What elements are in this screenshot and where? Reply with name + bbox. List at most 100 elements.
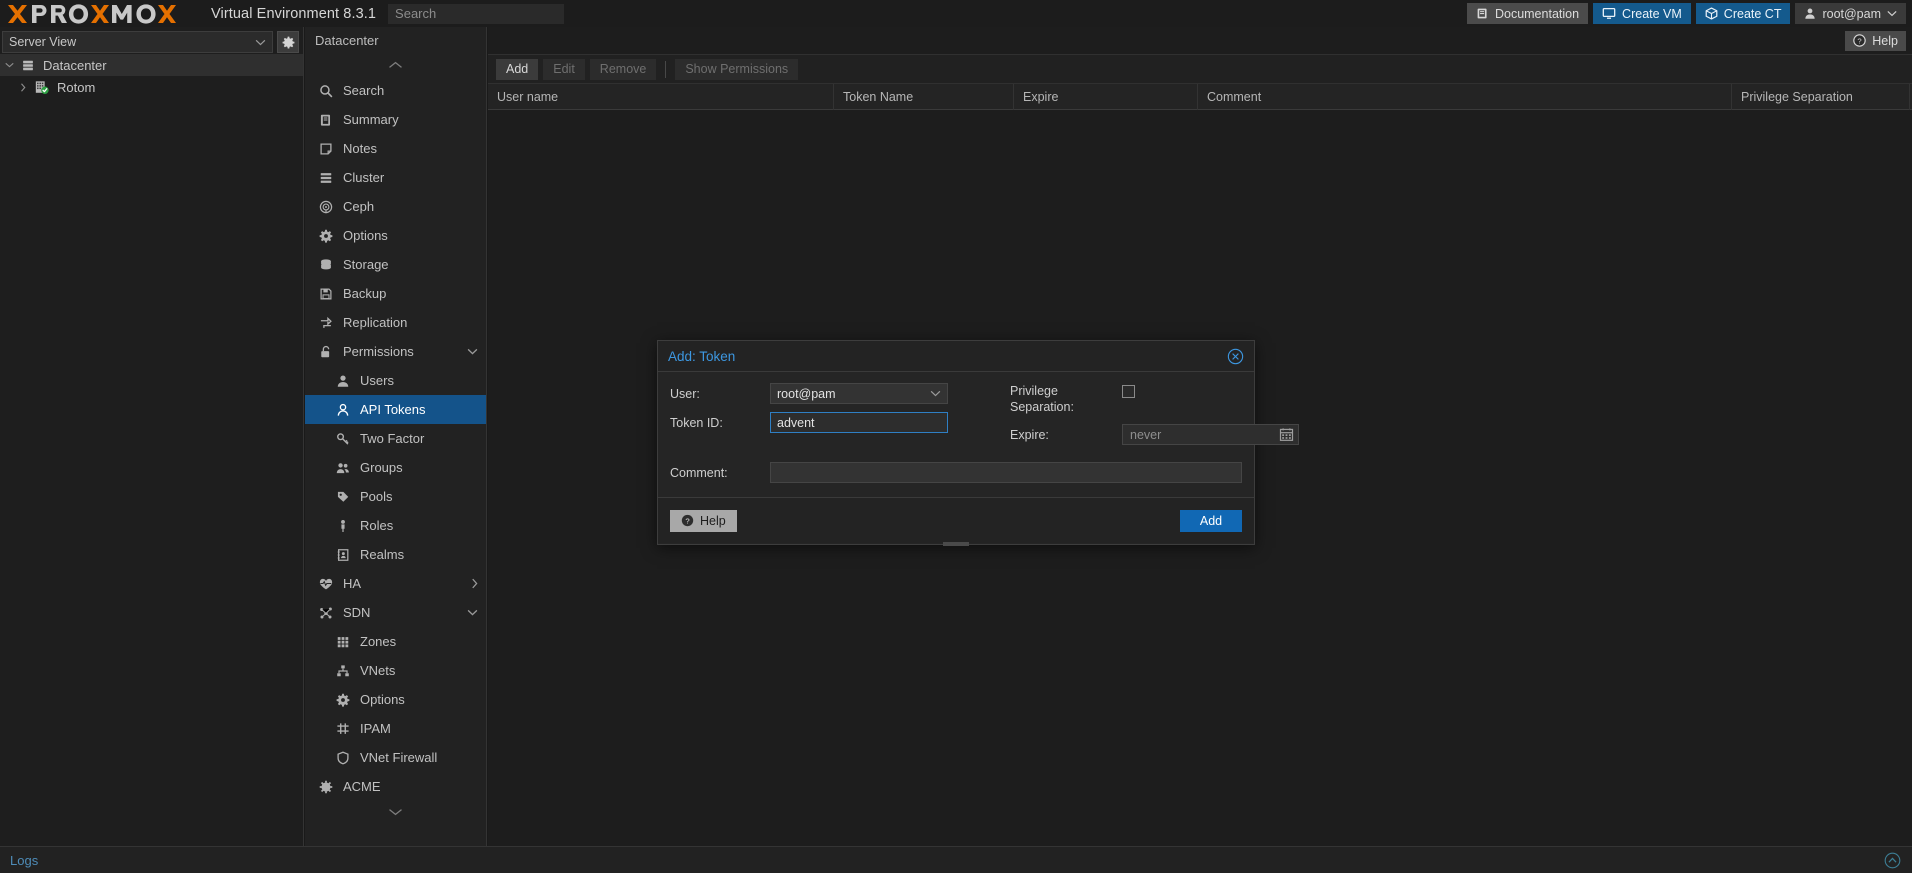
nav-item-options[interactable]: Options (305, 685, 486, 714)
expire-input-wrapper[interactable]: never (1122, 424, 1299, 445)
documentation-button[interactable]: Documentation (1466, 3, 1589, 24)
status-bar: Logs (0, 846, 1912, 873)
nav-item-ceph[interactable]: Ceph (305, 192, 486, 221)
tree-item-datacenter[interactable]: Datacenter (0, 54, 303, 76)
heartbeat-icon (316, 577, 336, 591)
column-header-token-name[interactable]: Token Name (834, 83, 1014, 110)
nav-item-users[interactable]: Users (305, 366, 486, 395)
token-id-input[interactable] (770, 412, 948, 433)
dialog-help-button[interactable]: ? Help (670, 509, 737, 532)
nav-item-zones[interactable]: Zones (305, 627, 486, 656)
header-actions: Documentation Create VM Create CT root@p… (1466, 3, 1912, 24)
create-ct-button[interactable]: Create CT (1695, 3, 1791, 24)
nav-item-ipam[interactable]: IPAM (305, 714, 486, 743)
nav-item-label: Two Factor (360, 431, 425, 446)
chevron-down-icon[interactable] (0, 62, 18, 68)
nav-item-replication[interactable]: Replication (305, 308, 486, 337)
gear-icon (333, 693, 353, 707)
nav-item-realms[interactable]: Realms (305, 540, 486, 569)
token-id-field-row: Token ID: (670, 412, 970, 433)
chevron-down-icon (930, 390, 941, 397)
create-ct-button-label: Create CT (1723, 6, 1782, 21)
nav-item-api-tokens[interactable]: API Tokens (305, 395, 486, 424)
nav-item-label: Ceph (343, 199, 375, 214)
nav-item-sdn[interactable]: SDN (305, 598, 486, 627)
help-circle-icon: ? (1853, 34, 1867, 47)
nav-item-backup[interactable]: Backup (305, 279, 486, 308)
nav-item-acme[interactable]: ACME (305, 772, 486, 801)
chevron-down-icon[interactable] (467, 348, 478, 355)
chevron-up-icon (389, 61, 402, 68)
top-header-bar: Virtual Environment 8.3.1 Documentation … (0, 0, 1912, 27)
calendar-icon[interactable] (1279, 427, 1294, 442)
column-header-comment[interactable]: Comment (1198, 83, 1732, 110)
column-header-privilege-separation[interactable]: Privilege Separation (1732, 83, 1910, 110)
logs-label[interactable]: Logs (0, 853, 38, 868)
nav-item-cluster[interactable]: Cluster (305, 163, 486, 192)
user-menu-button[interactable]: root@pam (1795, 3, 1906, 24)
column-header-user-name[interactable]: User name (488, 83, 834, 110)
nav-item-label: Backup (343, 286, 387, 301)
chevron-right-icon[interactable] (471, 578, 478, 589)
help-button[interactable]: ? Help (1845, 30, 1906, 51)
nav-item-label: Search (343, 83, 385, 98)
status-panel-toggle[interactable] (1884, 852, 1912, 869)
nav-item-label: Permissions (343, 344, 414, 359)
unlock-icon (316, 345, 336, 359)
monitor-icon (1602, 7, 1616, 19)
dialog-title: Add: Token (668, 348, 736, 364)
nav-item-pools[interactable]: Pools (305, 482, 486, 511)
create-vm-button[interactable]: Create VM (1593, 3, 1691, 24)
nav-scroll-up-button[interactable] (305, 54, 486, 76)
nav-item-notes[interactable]: Notes (305, 134, 486, 163)
nav-item-vnet-firewall[interactable]: VNet Firewall (305, 743, 486, 772)
chevron-down-icon[interactable] (467, 609, 478, 616)
help-button-label: Help (1872, 33, 1898, 48)
documentation-button-label: Documentation (1494, 6, 1580, 21)
user-select[interactable]: root@pam (770, 383, 948, 404)
nav-item-summary[interactable]: Summary (305, 105, 486, 134)
svg-text:?: ? (685, 516, 689, 525)
privilege-separation-checkbox[interactable] (1122, 385, 1135, 398)
gear-icon (316, 229, 336, 243)
storage-icon (316, 258, 336, 272)
nav-item-roles[interactable]: Roles (305, 511, 486, 540)
edit-button: Edit (543, 58, 585, 80)
navigation-menu: Search Summary Notes Cluster Ceph Options Stor… (305, 27, 487, 846)
server-view-selector[interactable]: Server View (2, 31, 273, 53)
dialog-footer: ? Help Add (658, 497, 1254, 543)
dialog-close-button[interactable] (1227, 348, 1244, 365)
nav-item-vnets[interactable]: VNets (305, 656, 486, 685)
tree-item-rotom[interactable]: Rotom (0, 76, 303, 98)
add-button[interactable]: Add (496, 58, 539, 80)
dialog-help-label: Help (700, 513, 726, 528)
nav-item-label: IPAM (360, 721, 391, 736)
tree-item-rotom-label: Rotom (57, 79, 96, 95)
nav-item-storage[interactable]: Storage (305, 250, 486, 279)
replication-icon (316, 316, 336, 330)
user-field-row: User: root@pam (670, 383, 970, 404)
nav-item-two-factor[interactable]: Two Factor (305, 424, 486, 453)
nav-item-search[interactable]: Search (305, 76, 486, 105)
global-search-input[interactable] (388, 3, 565, 24)
box-icon (1705, 7, 1718, 20)
nav-item-ha[interactable]: HA (305, 569, 486, 598)
token-toolbar: Add Edit Remove Show Permissions (488, 54, 1912, 84)
nav-item-label: Options (360, 692, 405, 707)
nav-item-options[interactable]: Options (305, 221, 486, 250)
comment-field-row: Comment: (670, 462, 1242, 483)
nav-item-groups[interactable]: Groups (305, 453, 486, 482)
comment-input[interactable] (770, 462, 1242, 483)
chevron-right-icon[interactable] (14, 82, 32, 92)
tag-icon (333, 490, 353, 504)
addressbook-icon (333, 548, 353, 562)
dialog-resize-handle[interactable] (943, 542, 969, 546)
dialog-add-button[interactable]: Add (1180, 509, 1242, 532)
create-vm-button-label: Create VM (1622, 6, 1682, 21)
user-select-value: root@pam (777, 386, 836, 401)
nav-scroll-down-button[interactable] (305, 801, 486, 823)
server-view-settings-button[interactable] (277, 31, 299, 53)
product-version-label: Virtual Environment 8.3.1 (211, 5, 377, 22)
nav-item-permissions[interactable]: Permissions (305, 337, 486, 366)
column-header-expire[interactable]: Expire (1014, 83, 1198, 110)
